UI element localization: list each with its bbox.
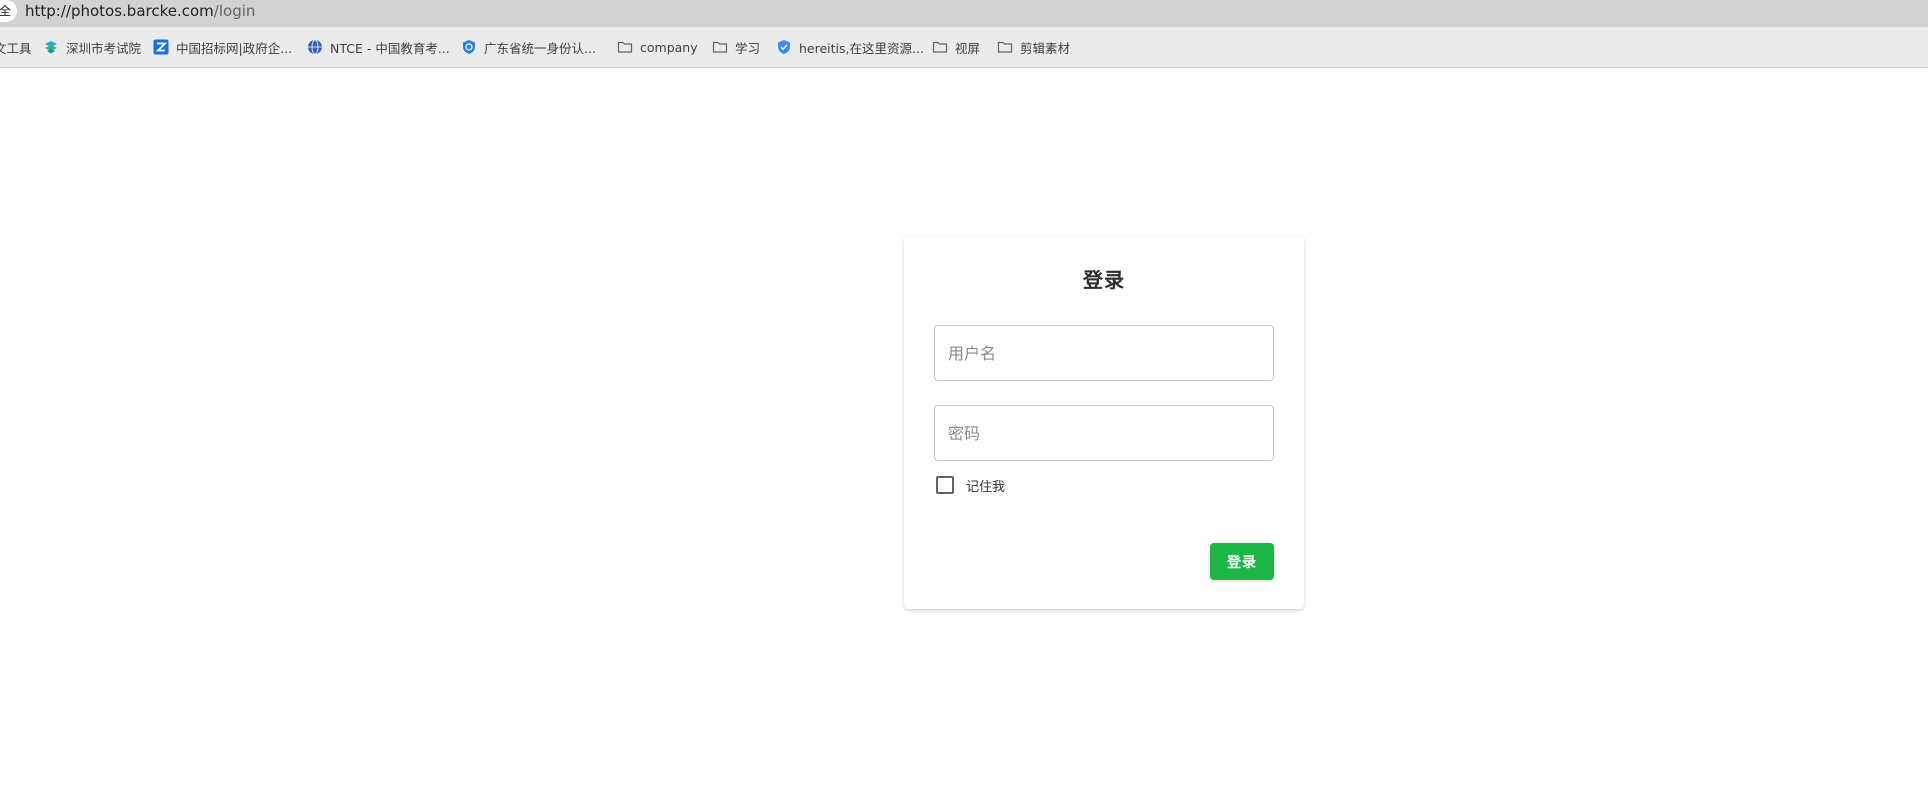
bookmark-label: 广东省统一身份认...: [484, 40, 596, 56]
login-card: 登录 记住我 登录: [904, 236, 1304, 609]
login-title: 登录: [1083, 268, 1125, 292]
bookmark-label: 深圳市考试院: [66, 40, 142, 56]
url-path: /login: [213, 2, 256, 20]
folder-icon: [617, 39, 633, 55]
bookmark-label: 文工具: [0, 40, 32, 56]
bookmark-label: 剪辑素材: [1020, 40, 1071, 56]
bookmark-item[interactable]: hereitis,在这里资源...: [776, 27, 924, 67]
bookmark-item[interactable]: company: [617, 27, 698, 67]
bookmark-label: company: [640, 39, 698, 55]
szks-logo-icon: [43, 39, 59, 55]
folder-icon: [997, 39, 1013, 55]
remember-me-row[interactable]: 记住我: [934, 471, 1005, 499]
login-button[interactable]: 登录: [1210, 543, 1274, 580]
folder-icon: [712, 39, 728, 55]
bookmark-label: 视屏: [955, 40, 981, 56]
browser-address-bar: 全 http://photos.barcke.com/login: [0, 0, 1928, 27]
bookmark-item[interactable]: 广东省统一身份认...: [461, 27, 596, 67]
remember-me-label: 记住我: [966, 479, 1006, 495]
shield-badge-icon: [776, 39, 792, 55]
bookmark-label: hereitis,在这里资源...: [799, 40, 924, 56]
bookmark-item[interactable]: 文工具: [0, 27, 32, 67]
url-field[interactable]: http://photos.barcke.com/login: [25, 0, 255, 22]
security-indicator[interactable]: 全: [0, 0, 17, 22]
shield-logo-icon: [461, 39, 477, 55]
username-input[interactable]: [934, 325, 1274, 381]
bookmark-label: NTCE - 中国教育考...: [330, 40, 450, 56]
folder-icon: [932, 39, 948, 55]
bookmarks-bar: 文工具 深圳市考试院 中国招标网|政府企... NTCE - 中国教育考... …: [0, 27, 1928, 68]
bookmark-item[interactable]: 深圳市考试院: [43, 27, 141, 67]
url-origin: http://photos.barcke.com: [25, 2, 214, 20]
password-input[interactable]: [934, 405, 1274, 461]
bookmark-item[interactable]: 视屏: [932, 27, 980, 67]
bookmark-item[interactable]: 中国招标网|政府企...: [153, 27, 292, 67]
bookmark-item[interactable]: NTCE - 中国教育考...: [307, 27, 450, 67]
bookmark-label: 中国招标网|政府企...: [176, 40, 293, 56]
z-logo-icon: [153, 39, 169, 55]
bookmark-item[interactable]: 学习: [712, 27, 760, 67]
ntce-globe-icon: [307, 39, 323, 55]
bookmark-label: 学习: [735, 40, 761, 56]
bookmark-item[interactable]: 剪辑素材: [997, 27, 1070, 67]
remember-me-checkbox[interactable]: [936, 476, 954, 494]
